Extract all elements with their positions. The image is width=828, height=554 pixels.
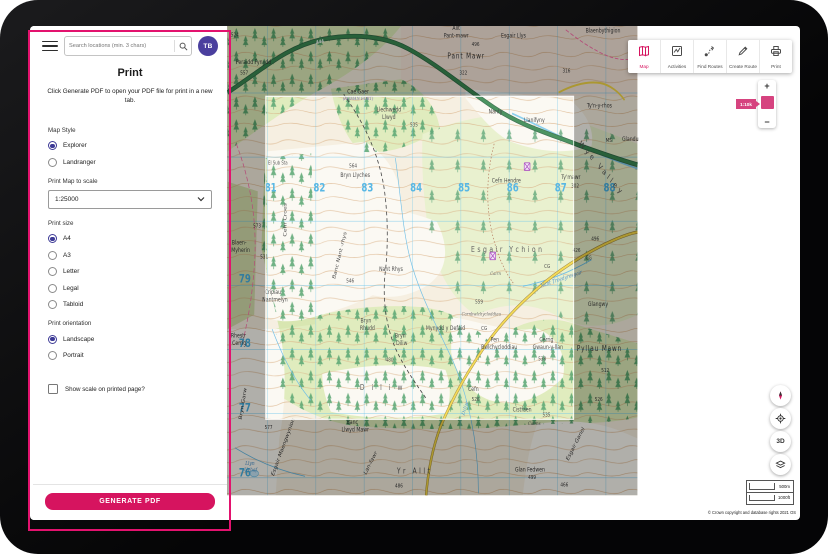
map-canvas[interactable]: 818283848586878879787776 524Peraidd Fyny… — [227, 26, 800, 520]
print-size-label: Print size — [48, 220, 212, 227]
radio-label: A4 — [63, 235, 71, 242]
radio-legal[interactable]: Legal — [48, 284, 212, 293]
menu-icon[interactable] — [42, 41, 58, 52]
page: 818283848586878879787776 524Peraidd Fyny… — [0, 0, 828, 554]
search-input[interactable] — [65, 43, 174, 49]
radio-a3[interactable]: A3 — [48, 251, 212, 260]
show-scale-label: Show scale on printed page? — [65, 386, 145, 393]
print-extent-veil — [266, 96, 574, 419]
findroutes-icon — [704, 44, 716, 62]
radio-label: A3 — [63, 252, 71, 259]
radio-label: Landscape — [63, 336, 94, 343]
compass-button[interactable] — [770, 385, 791, 406]
scale-select[interactable]: 1:25000 — [48, 190, 212, 209]
toolbar-activities[interactable]: Activities — [661, 40, 694, 73]
scale-value: 1:25000 — [55, 196, 79, 203]
map-icon — [638, 44, 650, 62]
toolbar-create-route[interactable]: Create Route — [727, 40, 760, 73]
map-style-group: Explorer Landranger — [48, 141, 212, 167]
page-title: Print — [33, 67, 227, 79]
user-avatar[interactable]: TB — [198, 36, 218, 56]
radio-label: Landranger — [63, 159, 96, 166]
map-style-label: Map Style — [48, 127, 212, 134]
print-form: Map Style Explorer Landranger Print Map t… — [33, 106, 227, 395]
main-toolbar: Map Activities Find Routes Create Route Prin… — [628, 40, 792, 73]
panel-topbar: TB — [33, 26, 227, 56]
createroute-icon — [737, 44, 749, 62]
toolbar-find-routes[interactable]: Find Routes — [694, 40, 727, 73]
toolbar-label: Find Routes — [697, 64, 722, 69]
radio-a4[interactable]: A4 — [48, 234, 212, 243]
zoom-level-marker[interactable] — [761, 96, 774, 109]
radio-icon[interactable] — [48, 284, 57, 293]
scalebar-imperial: 1000ft — [747, 493, 793, 504]
radio-label: Explorer — [63, 142, 87, 149]
toolbar-print[interactable]: Print — [760, 40, 792, 73]
toolbar-label: Print — [771, 64, 781, 69]
panel-footer: GENERATE PDF — [33, 484, 227, 520]
print-size-group: A4 A3 Letter Legal Tabloid — [48, 234, 212, 309]
layers-button[interactable] — [770, 454, 791, 475]
radio-icon[interactable] — [48, 158, 57, 167]
radio-label: Legal — [63, 285, 79, 292]
scale-label: Print Map to scale — [48, 178, 212, 185]
radio-icon[interactable] — [48, 300, 57, 309]
activities-icon — [671, 44, 683, 62]
radio-label: Portrait — [63, 352, 84, 359]
search-icon[interactable] — [175, 42, 191, 51]
radio-icon[interactable] — [48, 141, 57, 150]
zoom-in-button[interactable]: + — [758, 80, 776, 92]
radio-letter[interactable]: Letter — [48, 267, 212, 276]
print-panel: TB Print Click Generate PDF to open your… — [33, 26, 227, 520]
radio-label: Letter — [63, 268, 79, 275]
toolbar-map[interactable]: Map — [628, 40, 661, 73]
zoom-out-button[interactable]: − — [758, 116, 776, 128]
locate-button[interactable] — [770, 408, 791, 429]
3d-button[interactable]: 3D — [770, 431, 791, 452]
toolbar-label: Map — [639, 64, 648, 69]
show-scale-checkbox-row[interactable]: Show scale on printed page? — [48, 384, 212, 394]
scalebar-metric: 500m — [747, 481, 793, 493]
radio-icon[interactable] — [48, 267, 57, 276]
zoom-control: + − — [758, 80, 776, 128]
radio-landranger[interactable]: Landranger — [48, 158, 212, 167]
print-description: Click Generate PDF to open your PDF file… — [46, 87, 214, 106]
radio-icon[interactable] — [48, 335, 57, 344]
print-icon — [770, 44, 782, 62]
radio-icon[interactable] — [48, 351, 57, 360]
app-screen: 818283848586878879787776 524Peraidd Fyny… — [30, 26, 800, 520]
radio-portrait[interactable]: Portrait — [48, 351, 212, 360]
radio-landscape[interactable]: Landscape — [48, 335, 212, 344]
toolbar-label: Create Route — [729, 64, 757, 69]
orientation-group: Landscape Portrait — [48, 335, 212, 361]
map-attribution: © Crown copyright and database rights 20… — [688, 508, 798, 517]
toolbar-label: Activities — [668, 64, 687, 69]
zoom-scale-flag: 1:10k — [736, 99, 756, 109]
search-box[interactable] — [64, 36, 192, 56]
map-scalebar: 500m 1000ft — [746, 480, 794, 505]
orientation-label: Print orientation — [48, 320, 212, 327]
radio-tabloid[interactable]: Tabloid — [48, 300, 212, 309]
show-scale-checkbox[interactable] — [48, 384, 58, 394]
radio-explorer[interactable]: Explorer — [48, 141, 212, 150]
radio-icon[interactable] — [48, 251, 57, 260]
chevron-down-icon — [197, 196, 205, 202]
radio-label: Tabloid — [63, 301, 83, 308]
generate-pdf-button[interactable]: GENERATE PDF — [45, 493, 215, 510]
radio-icon[interactable] — [48, 234, 57, 243]
